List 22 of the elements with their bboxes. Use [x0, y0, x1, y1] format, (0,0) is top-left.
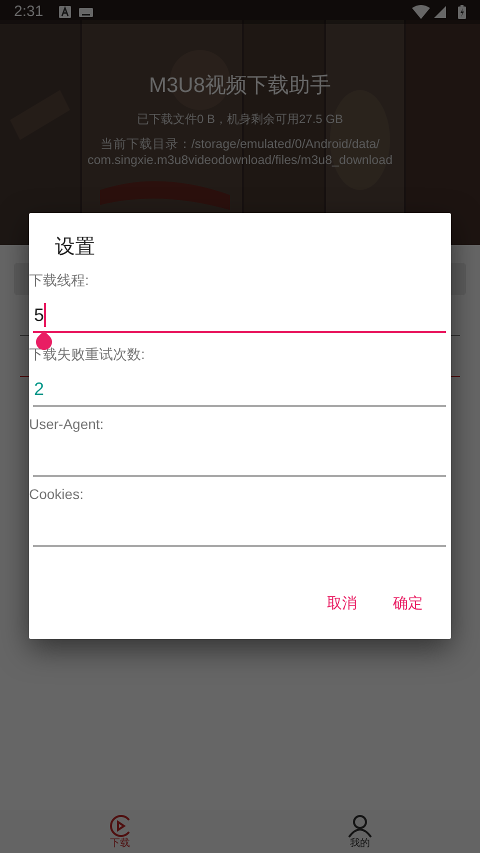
- text-cursor: [44, 303, 46, 327]
- signal-icon: [434, 6, 446, 18]
- input-field[interactable]: 2: [33, 363, 446, 407]
- app-title: M3U8视频下载助手: [148, 73, 332, 99]
- wifi-icon: [412, 5, 430, 19]
- nav-tab[interactable]: 下载: [90, 814, 150, 850]
- clock: 2:31: [14, 2, 44, 22]
- text-a-icon: [59, 6, 72, 18]
- field-label: Cookies:: [29, 485, 84, 503]
- directory-path: 当前下载目录：/storage/emulated/0/Android/data/: [99, 136, 381, 152]
- dialog-title: 设置: [55, 235, 96, 259]
- field-label: 下载线程:: [29, 271, 89, 289]
- field-label: 下载失败重试次数:: [29, 345, 145, 363]
- dialog-button[interactable]: 确定: [383, 586, 433, 621]
- nav-tab[interactable]: 我的: [330, 814, 390, 850]
- field-label: User-Agent:: [29, 415, 104, 433]
- input-field[interactable]: 5: [33, 289, 446, 333]
- play-circle-icon: [108, 814, 132, 838]
- person-icon: [347, 814, 373, 838]
- dialog-button[interactable]: 取消: [317, 586, 367, 621]
- battery-icon: [458, 5, 466, 19]
- directory-path: com.singxie.m3u8videodownload/files/m3u8_download: [86, 152, 394, 168]
